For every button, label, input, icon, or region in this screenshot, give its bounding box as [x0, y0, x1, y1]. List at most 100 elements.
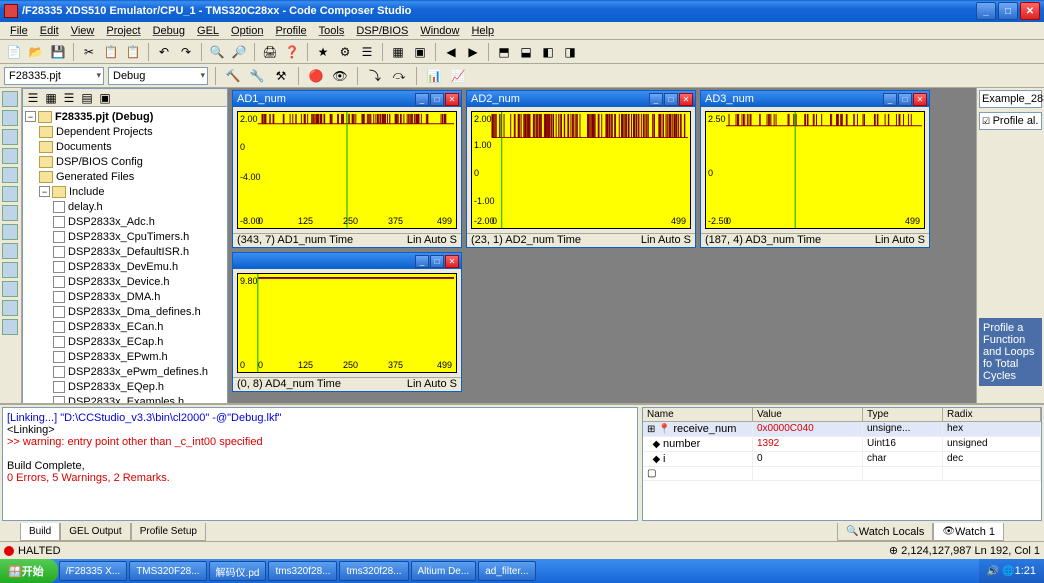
menu-profile[interactable]: Profile [269, 24, 312, 38]
close-button[interactable]: ✕ [1020, 2, 1040, 20]
system-tray[interactable]: 🔊 🌐 1:21 [979, 559, 1044, 583]
right-check[interactable]: ☑ Profile al. [979, 112, 1042, 130]
nav-fwd[interactable]: ▶ [463, 42, 483, 62]
restart-icon[interactable] [2, 205, 18, 221]
tree-folder[interactable]: Documents [56, 141, 112, 153]
watch-row-empty[interactable]: ▢ [643, 467, 1041, 481]
watch-window[interactable]: Name Value Type Radix ⊞ 📍 receive_num 0x… [642, 407, 1042, 521]
tree-tool-a[interactable]: ☰ [25, 90, 41, 106]
undo-button[interactable]: ↶ [154, 42, 174, 62]
tree-file[interactable]: DSP2833x_Dma_defines.h [68, 306, 201, 318]
tab-watchlocals[interactable]: 🔍 Watch Locals [837, 523, 933, 541]
tree-file[interactable]: DSP2833x_DMA.h [68, 291, 160, 303]
tree-tool-d[interactable]: ▤ [79, 90, 95, 106]
graph-min-button[interactable]: _ [415, 255, 429, 268]
taskbar-item[interactable]: /F28335 X... [59, 561, 127, 581]
project-combo[interactable]: F28335.pjt [4, 67, 104, 85]
graph-min-button[interactable]: _ [883, 93, 897, 106]
freerun-icon[interactable] [2, 224, 18, 240]
menu-tools[interactable]: Tools [313, 24, 351, 38]
menu-window[interactable]: Window [414, 24, 465, 38]
taskbar-item[interactable]: tms320f28... [268, 561, 337, 581]
tree-tool-b[interactable]: ▦ [43, 90, 59, 106]
watch-row[interactable]: ◆ i 0 char dec [643, 452, 1041, 467]
graph-window-ad3[interactable]: AD3_num_□✕ 2.50 0 -2.50 0 499 (187, 4) A… [700, 90, 930, 248]
tool-i[interactable]: ◨ [560, 42, 580, 62]
taskbar-item[interactable]: TMS320F28... [129, 561, 206, 581]
menu-project[interactable]: Project [100, 24, 146, 38]
tree-tool-c[interactable]: ☰ [61, 90, 77, 106]
trace-button[interactable]: 📈 [448, 66, 468, 86]
maximize-button[interactable]: □ [998, 2, 1018, 20]
plot-ad2[interactable]: 2.00 1.00 0 -1.00 -2.00 0 499 [471, 111, 691, 229]
tree-file[interactable]: delay.h [68, 201, 103, 213]
tree-folder[interactable]: DSP/BIOS Config [56, 156, 143, 168]
watch-header[interactable]: Name [643, 408, 753, 421]
tree-tool-e[interactable]: ▣ [97, 90, 113, 106]
plot-ad1[interactable]: 2.00 0 -4.00 -8.00 0 125 250 375 499 [237, 111, 457, 229]
stepinto-icon[interactable] [2, 91, 18, 107]
bp-icon[interactable] [2, 243, 18, 259]
tree-file[interactable]: DSP2833x_Device.h [68, 276, 170, 288]
watch-row[interactable]: ◆ number 1392 Uint16 unsigned [643, 437, 1041, 452]
nav-back[interactable]: ◀ [441, 42, 461, 62]
compile-button[interactable]: ⚒ [271, 66, 291, 86]
save-button[interactable]: 💾 [48, 42, 68, 62]
tool-a[interactable]: ★ [313, 42, 333, 62]
build-button[interactable]: 🔨 [223, 66, 243, 86]
tab-profile[interactable]: Profile Setup [131, 523, 206, 541]
project-tree[interactable]: −F28335.pjt (Debug) Dependent Projects D… [23, 107, 227, 409]
profile-button[interactable]: 📊 [424, 66, 444, 86]
tool-f[interactable]: ⬒ [494, 42, 514, 62]
tab-build[interactable]: Build [20, 523, 60, 541]
graph-min-button[interactable]: _ [649, 93, 663, 106]
tool-b[interactable]: ⚙ [335, 42, 355, 62]
tree-root[interactable]: F28335.pjt (Debug) [55, 111, 153, 123]
tree-file[interactable]: DSP2833x_ECan.h [68, 321, 163, 333]
menu-help[interactable]: Help [465, 24, 500, 38]
right-tab[interactable]: Example_283... [979, 90, 1042, 108]
new-button[interactable]: 📄 [4, 42, 24, 62]
menu-file[interactable]: File [4, 24, 34, 38]
taskbar-item[interactable]: Altium De... [411, 561, 477, 581]
graph-close-button[interactable]: ✕ [913, 93, 927, 106]
tool-c[interactable]: ☰ [357, 42, 377, 62]
tree-file[interactable]: DSP2833x_Adc.h [68, 216, 155, 228]
stepover-icon[interactable] [2, 110, 18, 126]
paste-button[interactable]: 📋 [123, 42, 143, 62]
graph-max-button[interactable]: □ [664, 93, 678, 106]
config-combo[interactable]: Debug [108, 67, 208, 85]
taskbar-item[interactable]: ad_filter... [478, 561, 535, 581]
tree-folder[interactable]: Generated Files [56, 171, 134, 183]
menu-edit[interactable]: Edit [34, 24, 65, 38]
stepout-icon[interactable] [2, 129, 18, 145]
watch-header[interactable]: Radix [943, 408, 1041, 421]
menu-view[interactable]: View [65, 24, 101, 38]
halt-icon[interactable] [2, 167, 18, 183]
tree-folder[interactable]: Dependent Projects [56, 126, 153, 138]
tool-e[interactable]: ▣ [410, 42, 430, 62]
tree-folder[interactable]: Include [69, 186, 104, 198]
watch-header[interactable]: Type [863, 408, 943, 421]
graph-icon[interactable] [2, 319, 18, 335]
tool-h[interactable]: ◧ [538, 42, 558, 62]
graph-max-button[interactable]: □ [430, 255, 444, 268]
tree-file[interactable]: DSP2833x_CpuTimers.h [68, 231, 189, 243]
watch-row[interactable]: ⊞ 📍 receive_num 0x0000C040 unsigne... he… [643, 422, 1041, 437]
animate-icon[interactable] [2, 186, 18, 202]
tree-file[interactable]: DSP2833x_EPwm.h [68, 351, 168, 363]
redo-button[interactable]: ↷ [176, 42, 196, 62]
breakpoint-button[interactable]: 🔴 [306, 66, 326, 86]
plot-ad4[interactable]: 9.80 0 0 125 250 375 499 [237, 273, 457, 373]
run-icon[interactable] [2, 148, 18, 164]
graph-window-ad4[interactable]: _□✕ 9.80 0 0 125 250 375 499 (0, 8) AD4_… [232, 252, 462, 392]
findnext-button[interactable]: 🔎 [229, 42, 249, 62]
probe-icon[interactable] [2, 262, 18, 278]
mem-icon[interactable] [2, 300, 18, 316]
graph-close-button[interactable]: ✕ [445, 93, 459, 106]
step-button[interactable]: ⤵ [365, 66, 385, 86]
tree-file[interactable]: DSP2833x_ECap.h [68, 336, 163, 348]
watch-button[interactable]: 👁 [330, 66, 350, 86]
tab-watch1[interactable]: 👁 Watch 1 [933, 523, 1004, 541]
menu-debug[interactable]: Debug [147, 24, 191, 38]
